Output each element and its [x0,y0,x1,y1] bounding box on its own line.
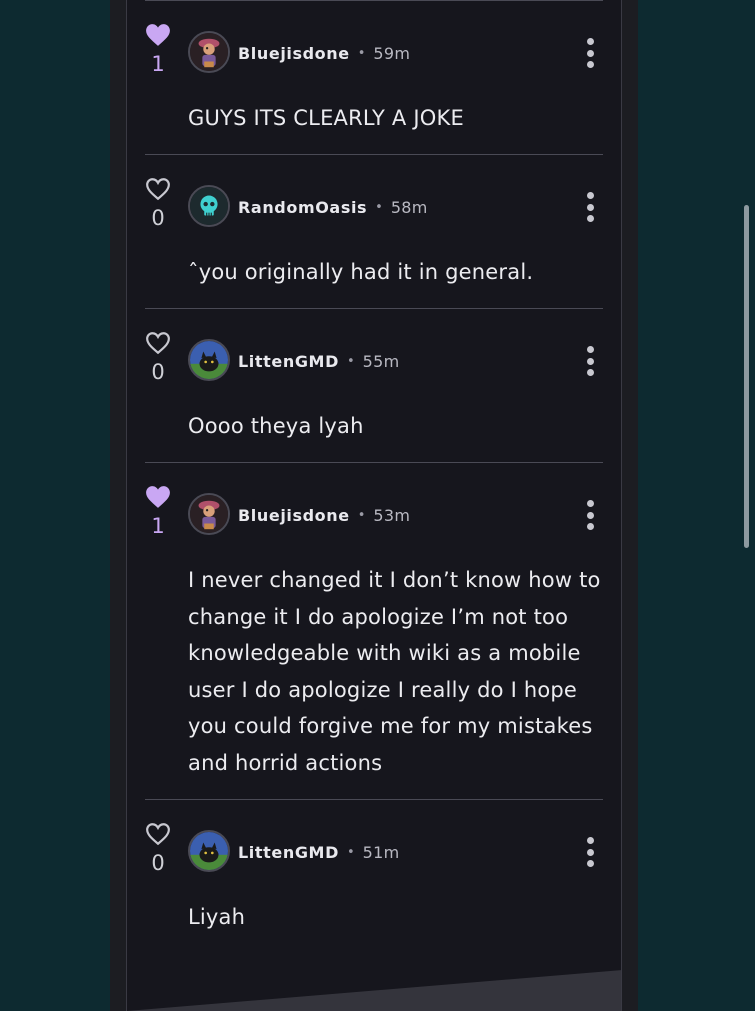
timestamp: 58m [390,197,428,217]
comment-text: ˆyou originally had it in general. [188,260,534,284]
comment-item: 1 Bluejisdone • 53m I never changed it I… [127,462,621,800]
black-cat-avatar-icon[interactable] [188,830,230,872]
heart-outline-icon [146,823,170,846]
comment-meta: LittenGMD • 51m [238,840,400,864]
more-options-icon[interactable] [581,192,599,222]
pirate-character-avatar-icon[interactable] [188,493,230,535]
separator-dot: • [346,353,355,369]
comment-text: Liyah [188,905,246,929]
username[interactable]: LittenGMD [238,352,339,371]
black-cat-avatar-icon[interactable] [188,339,230,381]
comment-meta: Bluejisdone • 53m [238,503,410,527]
comment-meta: RandomOasis • 58m [238,195,428,219]
heart-outline-icon [146,332,170,355]
separator-dot: • [357,507,366,523]
heart-filled-icon [146,486,170,508]
more-options-icon[interactable] [581,346,599,376]
heart-filled-icon [146,24,170,46]
like-button[interactable] [145,485,171,509]
comment-item: 0 LittenGMD • 55m Oooo theya lyah [127,308,621,463]
separator-dot: • [375,199,383,215]
username[interactable]: RandomOasis [238,198,367,217]
more-options-icon[interactable] [581,500,599,530]
like-count: 0 [151,360,165,384]
separator-dot: • [346,844,355,860]
skull-avatar-icon[interactable] [188,185,230,227]
username[interactable]: LittenGMD [238,843,339,862]
username[interactable]: Bluejisdone [238,44,350,63]
comment-meta: Bluejisdone • 59m [238,41,410,65]
comment-meta: LittenGMD • 55m [238,349,400,373]
like-button[interactable] [145,331,171,355]
timestamp: 55m [362,351,400,371]
like-count: 0 [151,851,165,875]
comment-item: 0 RandomOasis • 58m ˆyou originally had … [127,154,621,309]
like-button[interactable] [145,177,171,201]
scrollbar-thumb[interactable] [744,205,749,548]
comment-text: I never changed it I don’t know how to c… [188,568,601,775]
comment-text: GUYS ITS CLEARLY A JOKE [188,106,464,130]
like-button[interactable] [145,23,171,47]
pirate-character-avatar-icon[interactable] [188,31,230,73]
comment-item: 1 Bluejisdone • 59m GUYS ITS CLEARLY A J… [127,0,621,155]
separator-dot: • [357,45,366,61]
username[interactable]: Bluejisdone [238,506,350,525]
comment-item: 0 LittenGMD • 51m Liyah [127,799,621,965]
timestamp: 59m [373,43,411,63]
timestamp: 51m [362,842,400,862]
like-button[interactable] [145,822,171,846]
more-options-icon[interactable] [581,38,599,68]
timestamp: 53m [373,505,411,525]
comment-text: Oooo theya lyah [188,414,364,438]
more-options-icon[interactable] [581,837,599,867]
like-count: 1 [151,514,165,538]
like-count: 0 [151,206,165,230]
right-side-band [620,0,638,1011]
comments-panel: 1 Bluejisdone • 59m GUYS ITS CLEARLY A J… [126,0,622,1011]
bottom-decorative-wedge [127,965,621,1011]
heart-outline-icon [146,178,170,201]
like-count: 1 [151,52,165,76]
